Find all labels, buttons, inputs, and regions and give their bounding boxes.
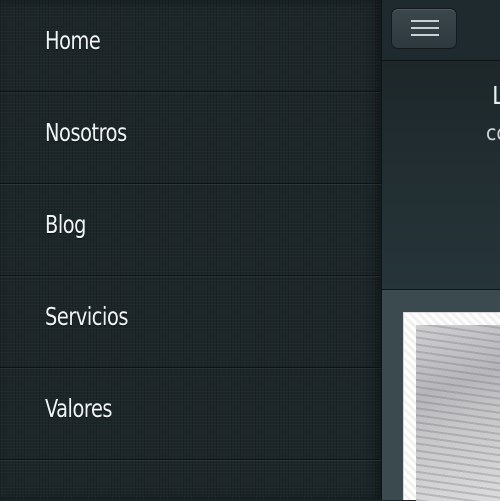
- menu-toggle-button[interactable]: [391, 8, 457, 49]
- main-panel: L co: [382, 0, 500, 501]
- menu-item-label: Nosotros: [45, 118, 127, 147]
- menu-item-label: Home: [45, 26, 101, 55]
- content-area: [382, 290, 500, 501]
- side-menu: Home Nosotros Blog Servicios Valores: [0, 0, 382, 500]
- menu-item-servicios[interactable]: Servicios: [0, 276, 381, 368]
- menu-item-label: Valores: [45, 394, 113, 423]
- menu-item-label: Blog: [45, 210, 87, 239]
- top-bar: [382, 0, 500, 61]
- menu-item-label: Servicios: [45, 302, 129, 331]
- hero-subtext: co: [486, 121, 500, 145]
- hero-heading: L: [492, 81, 500, 110]
- menu-item-nosotros[interactable]: Nosotros: [0, 92, 381, 184]
- menu-item-valores[interactable]: Valores: [0, 368, 381, 460]
- hero-section: L co: [382, 61, 500, 290]
- menu-item-home[interactable]: Home: [0, 0, 381, 92]
- book-photo: [416, 325, 500, 501]
- photo-frame: [403, 312, 500, 501]
- menu-item-blog[interactable]: Blog: [0, 184, 381, 276]
